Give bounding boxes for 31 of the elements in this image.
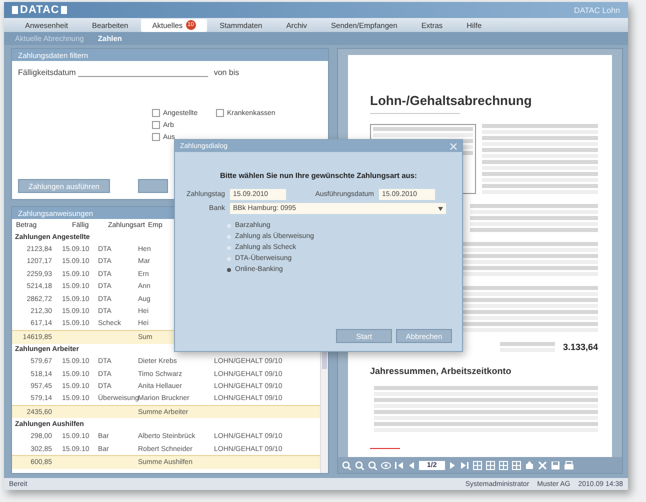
zoom-in-icon[interactable] bbox=[342, 460, 351, 470]
first-page-icon[interactable] bbox=[395, 460, 404, 470]
app-logo: DATAC bbox=[20, 4, 60, 16]
previous-page-icon[interactable] bbox=[408, 460, 415, 470]
action-button[interactable] bbox=[138, 179, 168, 193]
print-icon[interactable] bbox=[564, 460, 574, 470]
checkbox[interactable] bbox=[216, 109, 224, 117]
export-icon[interactable] bbox=[524, 460, 534, 470]
checkbox[interactable] bbox=[152, 133, 160, 141]
checkbox[interactable] bbox=[152, 109, 160, 117]
field-label: Fälligkeitsdatum bbox=[18, 68, 76, 77]
stamp-mark bbox=[370, 448, 400, 449]
dropdown-caret-icon bbox=[438, 206, 443, 210]
search-icon[interactable] bbox=[368, 460, 377, 470]
section-title: Jahressummen, Arbeitszeitkonto bbox=[370, 366, 512, 376]
grid-icon[interactable] bbox=[472, 460, 482, 470]
field-label: von bis bbox=[214, 68, 240, 77]
next-page-icon[interactable] bbox=[448, 460, 456, 470]
logo-mark-icon bbox=[61, 6, 68, 14]
radio-button[interactable] bbox=[227, 268, 231, 272]
close-icon[interactable] bbox=[450, 142, 457, 150]
logo-mark-icon bbox=[12, 6, 18, 14]
payslip-table-drawing bbox=[500, 342, 555, 352]
last-page-icon[interactable] bbox=[460, 460, 469, 470]
document-title: Lohn-/Gehaltsabrechnung bbox=[370, 93, 533, 108]
checkbox[interactable] bbox=[152, 121, 160, 129]
net-total: 3.133,64 bbox=[562, 342, 598, 352]
save-icon[interactable] bbox=[550, 460, 560, 470]
product-name: DATAC Lohn bbox=[574, 6, 620, 14]
zoom-out-icon[interactable] bbox=[355, 460, 364, 470]
eye-icon[interactable] bbox=[381, 460, 391, 470]
